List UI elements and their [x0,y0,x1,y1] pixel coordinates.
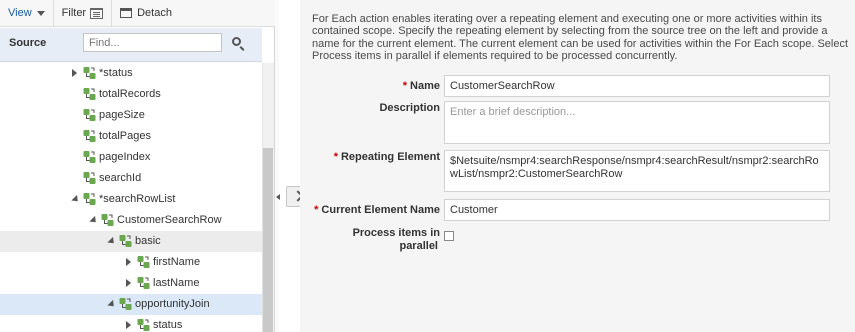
process-parallel-label: Process items in parallel [352,227,440,252]
description-field[interactable]: Enter a brief description... [444,101,830,144]
expand-node-icon[interactable] [126,258,131,266]
expand-node-icon[interactable] [72,69,77,77]
tree-node[interactable]: CustomerSearchRow [0,210,262,231]
description-label: Description [379,102,440,114]
tree-node-label: *status [99,67,133,79]
source-label: Source [9,37,47,49]
detach-icon [120,8,133,18]
current-element-label: * Current Element Name [314,204,440,216]
tree-node-label: opportunityJoin [135,298,210,310]
collapse-left-icon[interactable] [276,194,280,200]
tree-node-label: basic [135,235,161,247]
tree-node[interactable]: searchId [0,168,262,189]
tree-node-label: CustomerSearchRow [117,214,222,226]
schema-element-icon [83,88,96,100]
tree-scrollbar-thumb[interactable] [263,148,273,332]
tree-node[interactable]: *status [0,63,262,84]
tree-node[interactable]: pageSize [0,105,262,126]
search-input[interactable] [83,33,222,52]
schema-element-icon [83,130,96,142]
panel-splitter[interactable] [275,0,279,332]
tree-node[interactable]: totalRecords [0,84,262,105]
repeating-element-field[interactable]: $Netsuite/nsmpr4:searchResponse/nsmpr4:s… [444,150,830,192]
search-icon[interactable] [232,37,241,46]
schema-element-icon [101,214,114,226]
tree-node-label: pageIndex [99,151,151,163]
schema-element-icon [83,109,96,121]
view-menu-label: View [8,7,32,19]
tree-node-label: totalPages [99,130,151,142]
collapse-node-icon[interactable] [107,236,117,247]
schema-element-icon [137,319,150,331]
tree-node[interactable]: basic [0,231,262,252]
process-parallel-checkbox[interactable] [444,231,454,241]
collapse-node-icon[interactable] [107,299,117,310]
required-marker: * [402,80,408,92]
for-each-properties-panel: For Each action enables iterating over a… [300,0,855,332]
expand-node-icon[interactable] [126,279,131,287]
tree-node-label: totalRecords [99,88,161,100]
filter-button-label: Filter [61,7,87,19]
source-header: Source [0,28,262,62]
detach-button-label: Detach [137,7,172,19]
tree-node[interactable]: status [0,315,262,332]
name-label: * Name [402,80,440,92]
tree-node[interactable]: firstName [0,252,262,273]
source-toolbar: View Filter Detach [0,0,275,27]
tree-node[interactable]: *searchRowList [0,189,262,210]
schema-element-icon [83,193,96,205]
expand-node-icon[interactable] [126,321,131,329]
source-tree: *status totalRecords pageSize totalPages pag… [0,63,262,332]
collapse-node-icon[interactable] [71,194,81,205]
schema-element-icon [83,151,96,163]
required-marker: * [333,151,338,163]
tree-node-label: *searchRowList [99,193,176,205]
required-marker: * [314,204,319,216]
schema-element-icon [137,256,150,268]
tree-node-label: status [153,319,183,331]
current-element-field[interactable] [444,199,830,221]
view-menu[interactable]: View [0,0,53,27]
tree-node-label: pageSize [99,109,145,121]
name-field[interactable] [444,75,830,97]
collapse-node-icon[interactable] [89,215,99,226]
schema-element-icon [137,277,150,289]
schema-element-icon [83,67,96,79]
schema-element-icon [83,172,96,184]
tree-node-label: lastName [153,277,200,289]
tree-node[interactable]: pageIndex [0,147,262,168]
tree-node-label: searchId [99,172,142,184]
action-description: For Each action enables iterating over a… [312,13,849,62]
tree-node-label: firstName [153,256,201,268]
detach-button[interactable]: Detach [112,0,180,27]
filter-icon [90,7,104,19]
schema-element-icon [119,235,132,247]
tree-node[interactable]: opportunityJoin [0,294,262,315]
tree-node[interactable]: lastName [0,273,262,294]
schema-element-icon [119,298,132,310]
repeating-element-label: * Repeating Element [333,151,440,163]
filter-button[interactable]: Filter [54,0,111,27]
tree-node[interactable]: totalPages [0,126,262,147]
chevron-down-icon [36,10,45,16]
source-panel: View Filter Detach Source *status totalRe… [0,0,275,332]
